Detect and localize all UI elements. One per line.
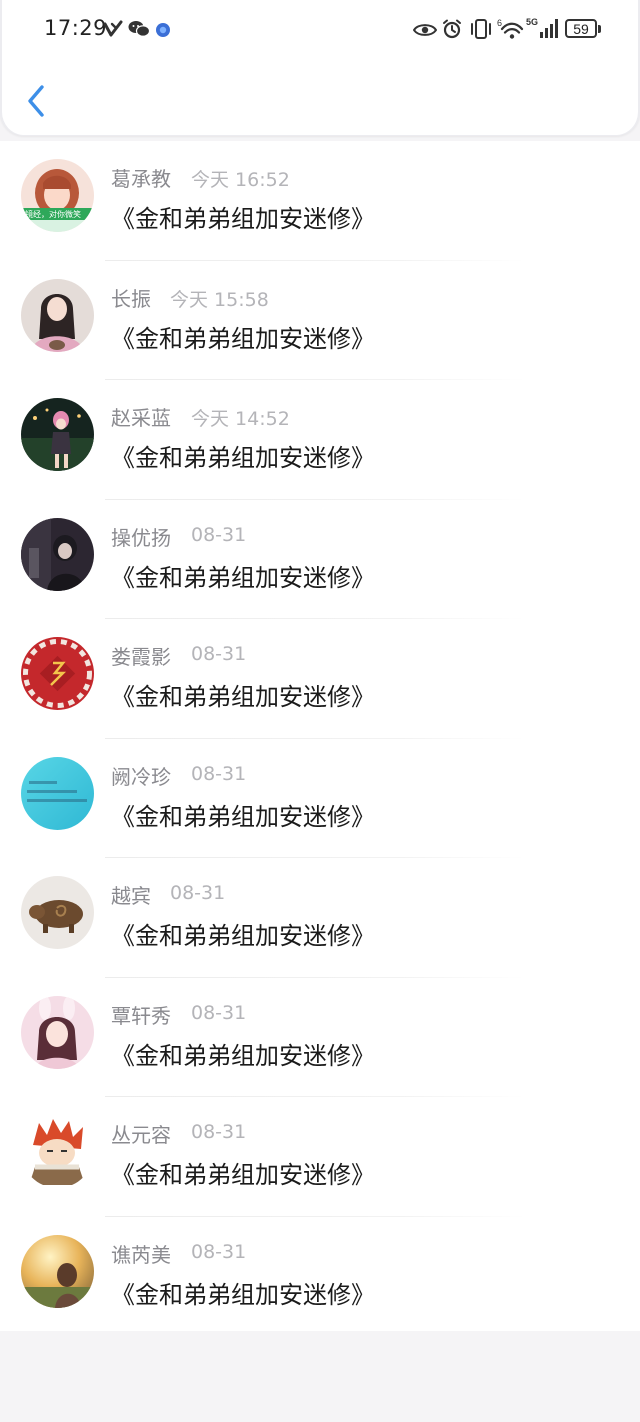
- bunny-girl-avatar[interactable]: [21, 995, 94, 1069]
- item-title[interactable]: 《金和弟弟组加安迷修》: [111, 1155, 375, 1190]
- signal-5g-icon: 5G: [526, 17, 558, 38]
- item-name: 越宾: [111, 884, 151, 908]
- item-name: 娄霞影: [111, 645, 171, 669]
- list-item[interactable]: 长振 今天 15:58 《金和弟弟组加安迷修》: [0, 261, 640, 380]
- item-name: 葛承教: [111, 167, 171, 191]
- item-title[interactable]: 《金和弟弟组加安迷修》: [111, 199, 375, 234]
- girl-pink-sweater-avatar[interactable]: [21, 278, 94, 352]
- item-time: 今天 16:52: [191, 169, 290, 191]
- item-time: 08-31: [170, 882, 226, 904]
- girl-photo-avatar[interactable]: 镜经，对你微笑: [21, 159, 94, 232]
- item-name: 丛元容: [111, 1123, 171, 1147]
- anime-dark-avatar[interactable]: [21, 517, 94, 591]
- list-item[interactable]: 越宾 08-31 《金和弟弟组加安迷修》: [0, 858, 640, 978]
- item-name: 覃轩秀: [111, 1003, 171, 1028]
- item-title[interactable]: 《金和弟弟组加安迷修》: [111, 558, 375, 593]
- item-name: 赵采蓝: [111, 406, 171, 430]
- vibrate-icon: [471, 19, 491, 39]
- sunset-girl-avatar[interactable]: [21, 1234, 94, 1308]
- item-time: 08-31: [191, 643, 247, 665]
- status-time: 17:29: [44, 16, 108, 40]
- eye-icon: [413, 24, 437, 36]
- list-item[interactable]: 阙冷珍 08-31 《金和弟弟组加安迷修》: [0, 739, 640, 858]
- item-name: 阙冷珍: [111, 764, 171, 789]
- status-bar: 17:29 6 5G 59: [2, 0, 640, 60]
- item-time: 今天 15:58: [170, 288, 269, 311]
- item-time: 08-31: [191, 523, 247, 546]
- vivo-heart-icon: [103, 20, 123, 37]
- item-name: 操优扬: [111, 525, 171, 550]
- chevron-left-icon: [28, 85, 44, 117]
- item-title[interactable]: 《金和弟弟组加安迷修》: [111, 1036, 375, 1071]
- bronze-pig-avatar[interactable]: [21, 876, 94, 949]
- item-time: 08-31: [191, 1121, 247, 1143]
- item-title[interactable]: 《金和弟弟组加安迷修》: [111, 1275, 375, 1310]
- item-time: 08-31: [191, 1240, 247, 1263]
- list-item[interactable]: 覃轩秀 08-31 《金和弟弟组加安迷修》: [0, 978, 640, 1097]
- item-title[interactable]: 《金和弟弟组加安迷修》: [111, 916, 375, 951]
- list-item[interactable]: 操优扬 08-31 《金和弟弟组加安迷修》: [0, 500, 640, 619]
- list-item[interactable]: 娄霞影 08-31 《金和弟弟组加安迷修》: [0, 619, 640, 739]
- back-button[interactable]: [22, 82, 52, 120]
- anime-night-avatar[interactable]: [21, 398, 94, 471]
- svg-text:镜经，对你微笑: 镜经，对你微笑: [25, 209, 81, 219]
- wifi-icon: 6: [497, 18, 524, 39]
- message-list: 镜经，对你微笑 葛承教 今天 16:52 《金和弟弟组加安迷修》 长振 今天 1…: [0, 141, 640, 1331]
- item-title[interactable]: 《金和弟弟组加安迷修》: [111, 677, 375, 712]
- network-label: 5G: [526, 17, 538, 27]
- battery-icon: 59: [565, 19, 597, 38]
- item-name: 谯芮美: [111, 1242, 171, 1267]
- red-ornament-avatar[interactable]: [21, 637, 94, 710]
- battery-level: 59: [573, 20, 589, 37]
- item-title[interactable]: 《金和弟弟组加安迷修》: [111, 438, 375, 473]
- item-name: 长振: [111, 286, 151, 311]
- item-title[interactable]: 《金和弟弟组加安迷修》: [111, 319, 375, 354]
- alarm-icon: [443, 19, 461, 39]
- item-time: 今天 14:52: [191, 408, 290, 430]
- list-item[interactable]: 丛元容 08-31 《金和弟弟组加安迷修》: [0, 1097, 640, 1217]
- cyan-text-avatar[interactable]: [21, 756, 94, 830]
- list-item[interactable]: 赵采蓝 今天 14:52 《金和弟弟组加安迷修》: [0, 380, 640, 500]
- wifi-label: 6: [497, 18, 502, 28]
- battery-tip: [598, 25, 601, 33]
- item-time: 08-31: [191, 762, 247, 785]
- list-item[interactable]: 谯芮美 08-31 《金和弟弟组加安迷修》: [0, 1217, 640, 1337]
- header: 17:29 6 5G 59: [0, 0, 640, 136]
- wechat-icon: [128, 21, 150, 37]
- item-title[interactable]: 《金和弟弟组加安迷修》: [111, 797, 375, 832]
- app-badge-icon: [156, 23, 170, 37]
- item-time: 08-31: [191, 1001, 247, 1024]
- page: 17:29 6 5G 59 镜经，对你微笑 葛承教 今天 16:52 《金和弟弟…: [0, 0, 640, 1422]
- cartoon-boy-avatar[interactable]: [21, 1115, 94, 1188]
- list-item[interactable]: 镜经，对你微笑 葛承教 今天 16:52 《金和弟弟组加安迷修》: [0, 141, 640, 261]
